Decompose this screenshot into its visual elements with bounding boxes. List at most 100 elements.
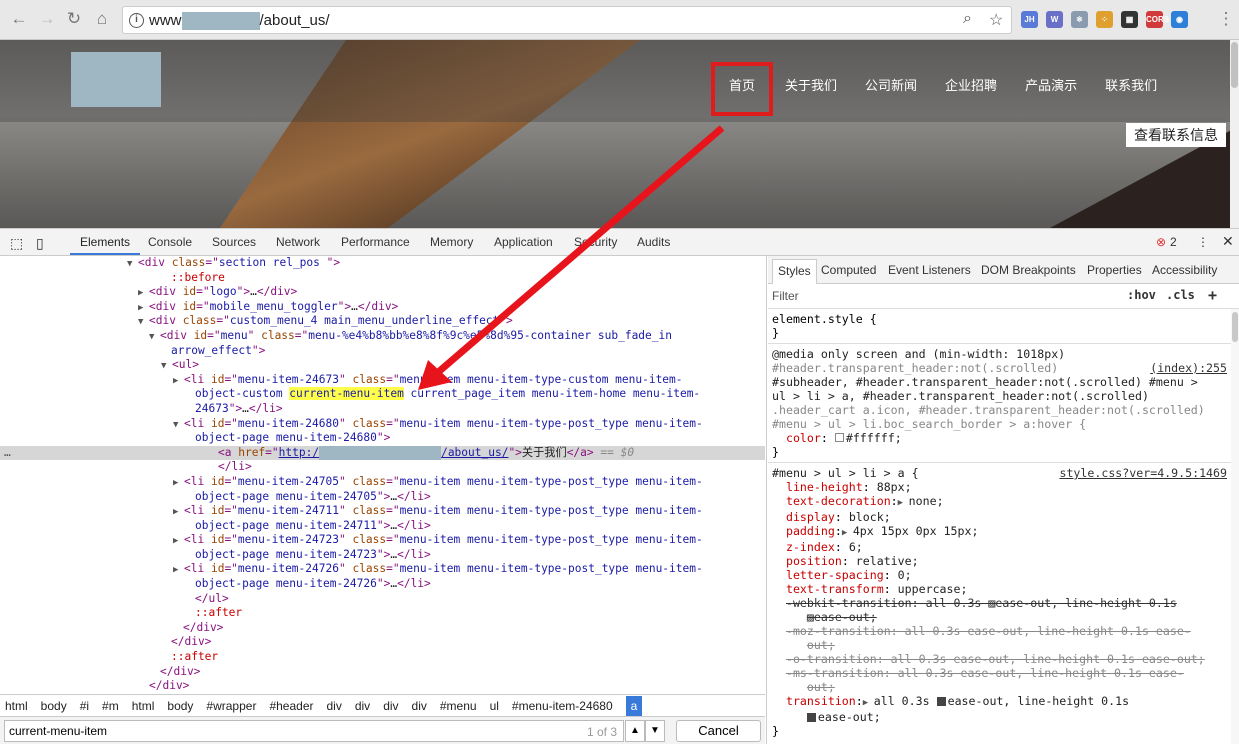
- breadcrumb-item[interactable]: div: [327, 699, 342, 713]
- expand-triangle-icon[interactable]: ▶: [138, 286, 149, 301]
- menu-link-rule[interactable]: #menu > ul > li > a { style.css?ver=4.9.…: [768, 463, 1239, 741]
- property-value[interactable]: 4px 15px 0px 15px;: [853, 524, 979, 538]
- tab-event-listeners[interactable]: Event Listeners: [888, 263, 971, 277]
- close-devtools-icon[interactable]: ✕: [1222, 233, 1234, 250]
- breadcrumb-item[interactable]: #m: [102, 699, 119, 713]
- extension-icon[interactable]: ⁘: [1096, 11, 1113, 28]
- expand-triangle-icon[interactable]: ▶: [138, 301, 149, 316]
- css-property[interactable]: letter-spacing: 0;: [772, 568, 1235, 582]
- property-name[interactable]: text-decoration: [786, 494, 891, 508]
- overridden-property[interactable]: out;: [807, 638, 835, 652]
- dom-node-line[interactable]: … <a href="http:/ /about_us/">关于我们</a> == …: [0, 445, 765, 461]
- dom-node-line[interactable]: </div>: [0, 635, 765, 650]
- element-style-rule[interactable]: element.style { }: [768, 309, 1239, 344]
- tab-security[interactable]: Security: [574, 235, 617, 249]
- expand-triangle-icon[interactable]: ▶: [173, 374, 184, 389]
- zoom-icon[interactable]: ⌕: [963, 10, 972, 28]
- error-icon[interactable]: ⊗: [1156, 235, 1166, 249]
- inspect-element-icon[interactable]: ⬚: [10, 235, 23, 252]
- dom-node-line[interactable]: </ul>: [0, 592, 765, 607]
- dom-node-line[interactable]: </div>: [0, 621, 765, 636]
- cancel-button[interactable]: Cancel: [676, 720, 761, 742]
- property-value[interactable]: ease-out;: [818, 710, 881, 724]
- expand-triangle-icon[interactable]: ▶: [173, 563, 184, 578]
- rule-source-link[interactable]: style.css?ver=4.9.5:1469: [1059, 466, 1227, 480]
- tab-console[interactable]: Console: [148, 235, 192, 249]
- css-property[interactable]: z-index: 6;: [772, 540, 1235, 554]
- dom-node-line[interactable]: object-page menu-item-24680">: [0, 431, 765, 446]
- property-name[interactable]: letter-spacing: [786, 568, 884, 582]
- tab-audits[interactable]: Audits: [637, 235, 670, 249]
- styles-scrollbar[interactable]: [1231, 309, 1239, 744]
- easing-editor-icon[interactable]: [936, 697, 946, 706]
- tab-application[interactable]: Application: [494, 235, 553, 249]
- prev-match-button[interactable]: ▲: [625, 720, 645, 742]
- overridden-property[interactable]: -moz-transition: all 0.3s ease-out, line…: [786, 624, 1191, 638]
- dom-node-line[interactable]: ▶ <li id="menu-item-24711" class="menu-it…: [0, 504, 765, 519]
- breadcrumb-item[interactable]: div: [355, 699, 370, 713]
- dom-node-line[interactable]: ▼ <li id="menu-item-24680" class="menu-it…: [0, 417, 765, 432]
- property-value[interactable]: 88px;: [877, 480, 912, 494]
- breadcrumb-item[interactable]: #wrapper: [206, 699, 256, 713]
- tab-elements[interactable]: Elements: [80, 235, 130, 249]
- property-value[interactable]: 0;: [898, 568, 912, 582]
- address-bar[interactable]: i www/about_us/ ⌕ ☆: [122, 6, 1012, 34]
- css-property[interactable]: position: relative;: [772, 554, 1235, 568]
- tab-computed[interactable]: Computed: [821, 263, 876, 277]
- breadcrumb-item[interactable]: a: [625, 695, 643, 716]
- dom-node-line[interactable]: ▼ <div class="custom_menu_4 main_menu_und…: [0, 314, 765, 329]
- css-property[interactable]: text-transform: uppercase;: [772, 582, 1235, 596]
- expand-triangle-icon[interactable]: ▶: [173, 505, 184, 520]
- property-value[interactable]: relative;: [856, 554, 919, 568]
- overridden-property[interactable]: out;: [807, 680, 835, 694]
- extension-icon[interactable]: ◉: [1171, 11, 1188, 28]
- property-name[interactable]: z-index: [786, 540, 835, 554]
- property-value[interactable]: none;: [909, 494, 944, 508]
- expand-triangle-icon[interactable]: ▶: [173, 534, 184, 549]
- menu-item-products[interactable]: 产品演示: [1011, 64, 1091, 114]
- error-count[interactable]: 2: [1170, 235, 1177, 249]
- property-value[interactable]: block;: [849, 510, 891, 524]
- dom-node-line[interactable]: ▼ <div class="section rel_pos ">: [0, 256, 765, 271]
- dom-node-line[interactable]: ::before: [0, 271, 765, 286]
- breadcrumb-item[interactable]: div: [412, 699, 427, 713]
- property-value[interactable]: uppercase;: [898, 582, 968, 596]
- tab-dom-breakpoints[interactable]: DOM Breakpoints: [981, 263, 1076, 277]
- dom-node-line[interactable]: </li>: [0, 460, 765, 475]
- token-lk[interactable]: /about_us/: [441, 446, 508, 459]
- dom-node-line[interactable]: ::after: [0, 606, 765, 621]
- property-name[interactable]: line-height: [786, 480, 863, 494]
- dom-node-line[interactable]: object-page menu-item-24726">…</li>: [0, 577, 765, 592]
- property-value[interactable]: 6;: [849, 540, 863, 554]
- breadcrumb-item[interactable]: div: [383, 699, 398, 713]
- dom-node-line[interactable]: </div>: [0, 665, 765, 680]
- cls-button[interactable]: .cls: [1166, 288, 1195, 302]
- node-actions-icon[interactable]: …: [4, 446, 11, 461]
- breadcrumb-item[interactable]: body: [167, 699, 193, 713]
- tab-network[interactable]: Network: [276, 235, 320, 249]
- token-lk[interactable]: http:/: [279, 446, 319, 459]
- next-match-button[interactable]: ▼: [645, 720, 665, 742]
- dom-node-line[interactable]: ::after: [0, 650, 765, 665]
- devtools-menu-icon[interactable]: ⋮: [1197, 235, 1209, 249]
- dom-node-line[interactable]: </div>: [0, 679, 765, 694]
- reload-icon[interactable]: ↻: [63, 8, 85, 30]
- expand-triangle-icon[interactable]: ▶: [842, 526, 853, 540]
- collapse-triangle-icon[interactable]: ▼: [173, 418, 184, 433]
- tab-styles[interactable]: Styles: [772, 259, 817, 284]
- dom-node-line[interactable]: ▶ <div id="mobile_menu_toggler">…</div>: [0, 300, 765, 315]
- overridden-property[interactable]: -ms-transition: all 0.3s ease-out, line-…: [786, 666, 1184, 680]
- dom-node-line[interactable]: ▼ <ul>: [0, 358, 765, 373]
- tab-performance[interactable]: Performance: [341, 235, 410, 249]
- dom-node-line[interactable]: ▶ <li id="menu-item-24723" class="menu-it…: [0, 533, 765, 548]
- menu-item-home[interactable]: 首页: [710, 62, 774, 116]
- property-name[interactable]: text-transform: [786, 582, 884, 596]
- collapse-triangle-icon[interactable]: ▼: [127, 257, 138, 272]
- property-name[interactable]: transition: [786, 694, 856, 708]
- breadcrumb-item[interactable]: html: [5, 699, 28, 713]
- media-rule[interactable]: @media only screen and (min-width: 1018p…: [768, 344, 1239, 463]
- home-icon[interactable]: ⌂: [91, 8, 113, 30]
- property-name[interactable]: padding: [786, 524, 835, 538]
- add-rule-button[interactable]: +: [1208, 286, 1217, 304]
- overridden-property[interactable]: -webkit-transition: all 0.3s ▨ease-out, …: [786, 596, 1177, 610]
